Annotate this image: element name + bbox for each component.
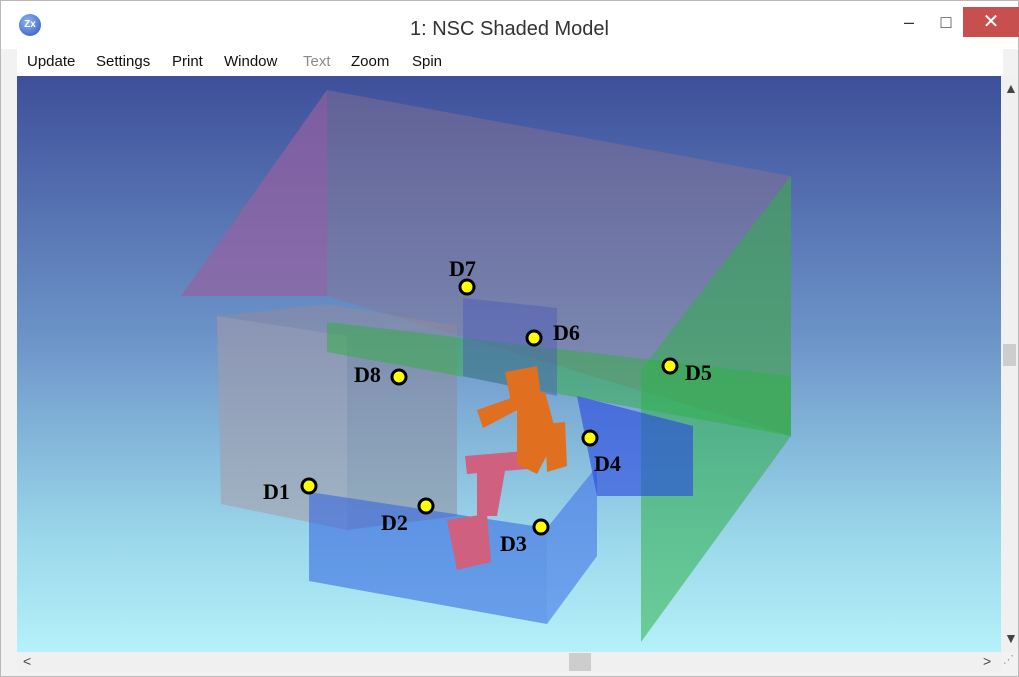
detector-d2-marker[interactable] [417, 497, 435, 515]
detector-d3-marker[interactable] [532, 518, 550, 536]
detector-d1-label: D1 [263, 479, 290, 504]
scroll-up-icon[interactable]: ▲ [1004, 80, 1018, 96]
menu-zoom[interactable]: Zoom [351, 53, 389, 70]
horizontal-scrollbar[interactable]: < > [17, 652, 1001, 672]
menu-settings[interactable]: Settings [96, 53, 150, 70]
blue-bin-side [547, 466, 597, 624]
scroll-left-icon[interactable]: < [23, 653, 31, 669]
menu-text: Text [303, 53, 331, 70]
detector-d7-label: D7 [449, 256, 476, 281]
scroll-right-icon[interactable]: > [983, 653, 991, 669]
title-bar: Zx 1: NSC Shaded Model – □ ✕ [1, 1, 1019, 49]
minimize-button[interactable]: – [889, 7, 929, 37]
detector-d5-label: D5 [685, 360, 712, 385]
menu-spin[interactable]: Spin [412, 53, 442, 70]
detector-d1-marker[interactable] [300, 477, 318, 495]
detector-d7-marker[interactable] [458, 278, 476, 296]
detector-d4-label: D4 [594, 451, 621, 476]
detector-d4-marker[interactable] [581, 429, 599, 447]
detector-d6-label: D6 [553, 320, 580, 345]
detector-d6-marker[interactable] [525, 329, 543, 347]
vertical-scrollbar[interactable]: ▲ ▼ [1001, 76, 1018, 652]
menu-bar: Update Settings Print Window Text Zoom S… [17, 49, 1003, 77]
menu-print[interactable]: Print [172, 53, 203, 70]
detector-d3-label: D3 [500, 531, 527, 556]
horizontal-scroll-thumb[interactable] [569, 653, 591, 671]
shaded-model-viewport[interactable]: D1 D2 D3 D4 D5 D6 D7 D8 [17, 76, 1001, 652]
detector-d8-marker[interactable] [390, 368, 408, 386]
vertical-scroll-thumb[interactable] [1003, 344, 1016, 366]
maximize-button[interactable]: □ [929, 7, 963, 37]
scene-svg: D1 D2 D3 D4 D5 D6 D7 D8 [181, 90, 791, 642]
scroll-down-icon[interactable]: ▼ [1004, 630, 1018, 646]
window-title: 1: NSC Shaded Model [409, 18, 609, 40]
close-button[interactable]: ✕ [963, 7, 1019, 37]
detector-d2-label: D2 [381, 510, 408, 535]
resize-grip-icon[interactable]: ⋰ [1003, 653, 1017, 671]
detector-d8-label: D8 [354, 362, 381, 387]
application-window: Zx 1: NSC Shaded Model – □ ✕ Update Sett… [0, 0, 1019, 677]
detector-d5-marker[interactable] [661, 357, 679, 375]
menu-window[interactable]: Window [224, 53, 277, 70]
menu-update[interactable]: Update [27, 53, 75, 70]
